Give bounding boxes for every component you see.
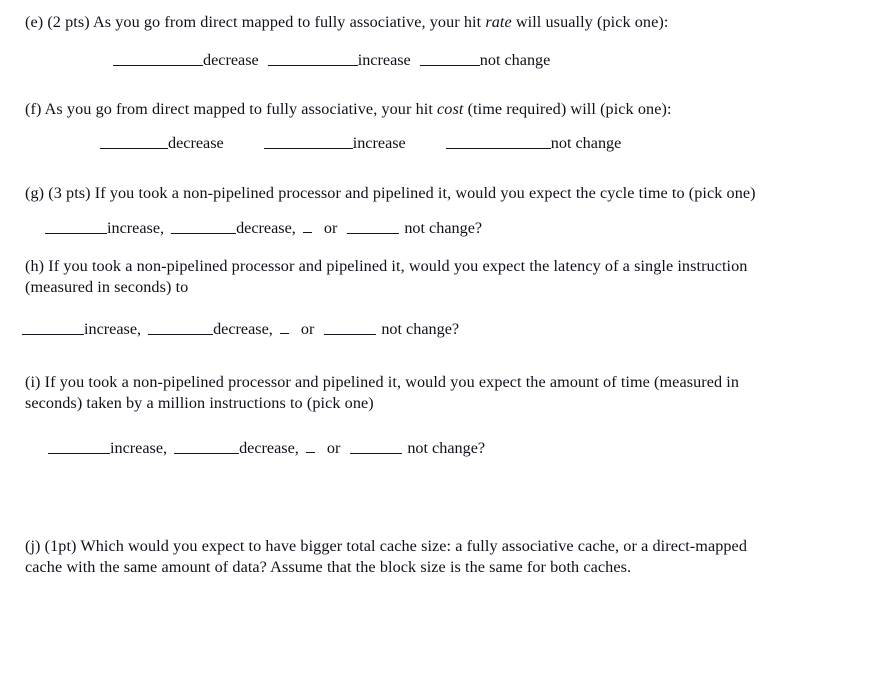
answer-option-f-not-change: not change [550,134,622,152]
question-f-emphasis: cost [437,100,464,118]
answer-blank-h-not-change[interactable] [324,319,377,335]
answer-blank-i-decrease[interactable] [174,438,240,454]
answer-option-h-increase: increase, [84,320,142,338]
question-f: (f) As you go from direct mapped to full… [25,99,845,120]
answer-option-e-decrease: decrease [203,51,259,69]
answer-option-g-decrease: decrease, [236,219,296,237]
answer-blank-f-increase[interactable] [263,133,353,149]
answer-blank-e-not-change[interactable] [419,50,480,66]
answer-blank-h-decrease[interactable] [148,319,214,335]
answer-option-e-not-change: not change [479,51,551,69]
answer-blank-i-increase[interactable] [48,438,110,454]
answer-blank-e-increase[interactable] [267,50,358,66]
answer-blank-i-stray[interactable] [305,443,315,453]
question-h: (h) If you took a non-pipelined processo… [25,256,845,297]
document-page: (e) (2 pts) As you go from direct mapped… [0,0,870,674]
question-h-stem-line1: (h) If you took a non-pipelined processo… [25,257,748,275]
answer-row-e: decrease increase not change [113,50,550,71]
question-g-stem: (g) (3 pts) If you took a non-pipelined … [25,184,756,202]
answer-option-i-not-change: not change? [407,439,486,457]
question-f-stem: (f) As you go from direct mapped to full… [25,99,845,120]
answer-blank-e-decrease[interactable] [113,50,203,66]
answer-blank-f-not-change[interactable] [445,133,551,149]
answer-option-g-or: or [323,219,338,237]
answer-option-i-increase: increase, [110,439,168,457]
question-e: (e) (2 pts) As you go from direct mapped… [25,12,845,33]
question-e-stem-part1: (e) (2 pts) As you go from direct mapped… [25,13,486,31]
question-g: (g) (3 pts) If you took a non-pipelined … [25,183,853,204]
question-f-stem-part1: (f) As you go from direct mapped to full… [25,100,438,118]
answer-row-h: increase, decrease, or not change? [22,319,459,340]
answer-row-i: increase, decrease, or not change? [48,438,485,459]
answer-option-f-increase: increase [352,134,406,152]
question-i-stem-line1: (i) If you took a non-pipelined processo… [25,373,740,391]
answer-blank-g-increase[interactable] [45,218,107,234]
answer-blank-g-stray[interactable] [302,223,312,233]
answer-blank-f-decrease[interactable] [100,133,168,149]
answer-blank-g-decrease[interactable] [171,218,237,234]
answer-option-i-decrease: decrease, [239,439,299,457]
answer-blank-h-stray[interactable] [279,324,289,334]
question-f-stem-part2: (time required) will (pick one): [463,100,672,118]
answer-option-h-not-change: not change? [381,320,460,338]
answer-blank-g-not-change[interactable] [347,218,400,234]
question-i-stem-line2: seconds) taken by a million instructions… [25,393,374,412]
answer-option-g-not-change: not change? [404,219,483,237]
answer-row-f: decrease increase not change [100,133,621,154]
answer-blank-h-increase[interactable] [22,319,84,335]
question-j-stem-line2: cache with the same amount of data? Assu… [25,557,632,576]
answer-option-h-decrease: decrease, [213,320,273,338]
question-j-stem-line1: (j) (1pt) Which would you expect to have… [25,537,747,555]
answer-option-e-increase: increase [357,51,411,69]
question-e-stem: (e) (2 pts) As you go from direct mapped… [25,12,845,33]
question-j: (j) (1pt) Which would you expect to have… [25,536,843,577]
question-e-stem-part2: will usually (pick one): [511,13,669,31]
question-i: (i) If you took a non-pipelined processo… [25,372,840,413]
answer-option-i-or: or [326,439,341,457]
answer-option-f-decrease: decrease [168,134,224,152]
answer-option-g-increase: increase, [107,219,165,237]
answer-row-g: increase, decrease, or not change? [45,218,482,239]
question-e-emphasis: rate [485,13,512,31]
answer-option-h-or: or [300,320,315,338]
question-h-stem-line2: (measured in seconds) to [25,277,189,296]
answer-blank-i-not-change[interactable] [350,438,403,454]
